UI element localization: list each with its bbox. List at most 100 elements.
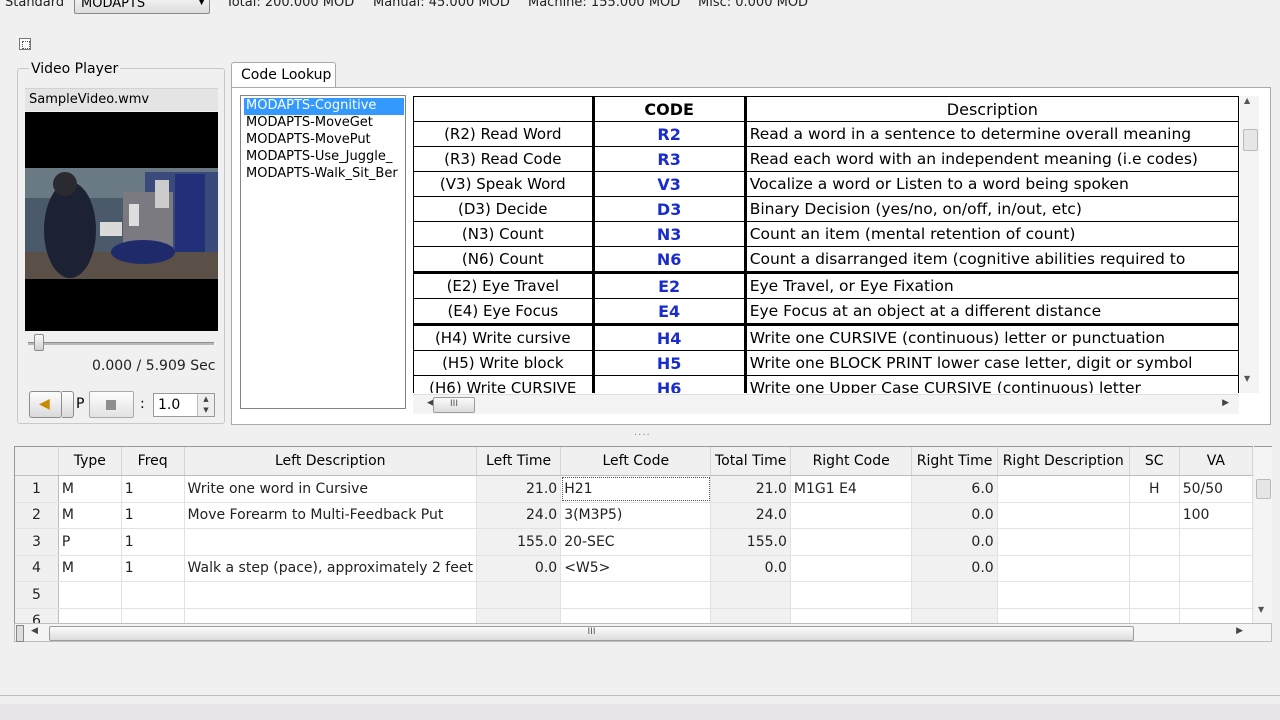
left-description-cell[interactable]: Walk a step (pace), approximately 2 feet xyxy=(184,555,477,582)
right-description-cell[interactable] xyxy=(997,502,1130,529)
table-row[interactable]: 3 P 1 155.0 20-SEC 155.0 0.0 xyxy=(15,528,1253,556)
scroll-left-icon[interactable]: ◀ xyxy=(31,626,38,636)
right-description-cell[interactable] xyxy=(997,608,1130,624)
table-row[interactable]: 1 M 1 Write one word in Cursive 21.0 H21… xyxy=(15,475,1253,503)
row-header[interactable]: 2 xyxy=(15,502,59,529)
left-description-cell[interactable]: Move Forearm to Multi-Feedback Put xyxy=(184,502,477,529)
freq-cell[interactable]: 1 xyxy=(121,475,185,503)
va-cell[interactable]: 50/50 xyxy=(1179,475,1253,503)
va-cell[interactable]: 100 xyxy=(1179,502,1253,529)
row-header[interactable]: 4 xyxy=(15,555,59,582)
left-description-cell[interactable]: Write one word in Cursive xyxy=(184,475,477,503)
table-row[interactable]: (V3) Speak Word V3 Vocalize a word or List… xyxy=(413,171,1239,197)
left-code-cell[interactable] xyxy=(560,608,712,624)
column-header[interactable]: Right Time xyxy=(911,447,998,476)
video-seek-track[interactable] xyxy=(28,342,214,345)
standard-select[interactable]: MODAPTS ▼ xyxy=(74,0,210,14)
freq-cell[interactable]: 1 xyxy=(121,528,185,556)
sc-cell[interactable] xyxy=(1129,581,1180,609)
scroll-thumb[interactable] xyxy=(1243,129,1258,151)
category-list[interactable]: MODAPTS-Cognitive MODAPTS-MoveGet MODAPT… xyxy=(240,95,406,409)
volume-dropdown-button[interactable] xyxy=(62,391,74,418)
right-code-cell[interactable] xyxy=(790,555,913,582)
va-cell[interactable] xyxy=(1179,555,1253,582)
table-row[interactable]: (N3) Count N3 Count an item (mental retent… xyxy=(413,221,1239,247)
list-item[interactable]: MODAPTS-MovePut xyxy=(244,132,373,149)
column-header[interactable]: Total Time xyxy=(710,447,791,476)
table-row[interactable]: (H5) Write block H5 Write one BLOCK PRINT … xyxy=(413,350,1239,376)
column-header[interactable]: Left Description xyxy=(184,447,477,476)
column-header[interactable]: VA xyxy=(1179,447,1253,476)
list-item[interactable]: MODAPTS-Cognitive xyxy=(244,98,404,115)
right-description-cell[interactable] xyxy=(997,528,1130,556)
row-header[interactable]: 5 xyxy=(15,581,59,609)
column-header[interactable]: Left Time xyxy=(476,447,562,476)
right-code-cell[interactable]: M1G1 E4 xyxy=(790,475,913,503)
left-code-cell[interactable]: <W5> xyxy=(560,555,712,582)
scroll-down-icon[interactable]: ▼ xyxy=(1244,374,1250,383)
scroll-thumb[interactable]: III xyxy=(433,397,475,413)
row-header[interactable]: 6 xyxy=(15,608,59,624)
code-table-vertical-scrollbar[interactable]: ▲ ▼ xyxy=(1240,96,1259,393)
play-label[interactable]: P xyxy=(76,396,84,412)
column-header[interactable]: Type xyxy=(58,447,122,476)
right-code-cell[interactable] xyxy=(790,502,913,529)
right-description-cell[interactable] xyxy=(997,555,1130,582)
playback-speed-stepper[interactable]: 1.0 ▲ ▼ xyxy=(153,393,215,417)
scroll-right-icon[interactable]: ▶ xyxy=(1222,398,1229,408)
right-code-cell[interactable] xyxy=(790,608,913,624)
type-cell[interactable]: M xyxy=(58,555,122,582)
left-description-cell[interactable] xyxy=(184,528,477,556)
code-table-horizontal-scrollbar[interactable]: ◀ III ▶ xyxy=(413,394,1239,414)
column-header[interactable]: Right Description xyxy=(997,447,1130,476)
spin-arrows-icon[interactable]: ▲ ▼ xyxy=(197,394,214,416)
list-item[interactable]: MODAPTS-MoveGet xyxy=(244,115,375,132)
list-item[interactable]: MODAPTS-Use_Juggle_ xyxy=(244,149,394,166)
right-code-cell[interactable] xyxy=(790,528,913,556)
type-cell[interactable]: M xyxy=(58,502,122,529)
list-item[interactable]: MODAPTS-Walk_Sit_Ber xyxy=(244,166,400,183)
table-row[interactable]: 4 M 1 Walk a step (pace), approximately … xyxy=(15,555,1253,582)
tab-code-lookup[interactable]: Code Lookup xyxy=(231,62,336,88)
table-row[interactable]: 5 xyxy=(15,581,1253,609)
va-cell[interactable] xyxy=(1179,581,1253,609)
freq-cell[interactable]: 1 xyxy=(121,555,185,582)
sc-cell[interactable] xyxy=(1129,502,1180,529)
scroll-right-icon[interactable]: ▶ xyxy=(1236,626,1243,636)
sc-cell[interactable] xyxy=(1129,555,1180,582)
scroll-down-icon[interactable]: ▼ xyxy=(1258,605,1264,614)
right-code-cell[interactable] xyxy=(790,581,913,609)
type-cell[interactable]: M xyxy=(58,475,122,503)
freq-cell[interactable] xyxy=(121,608,185,624)
frozen-column-divider[interactable] xyxy=(16,625,24,642)
right-description-cell[interactable] xyxy=(997,475,1130,503)
sc-cell[interactable]: H xyxy=(1129,475,1180,503)
steps-grid-horizontal-scrollbar[interactable]: ◀ III ▶ xyxy=(14,623,1272,642)
table-row[interactable]: (D3) Decide D3 Binary Decision (yes/no, on… xyxy=(413,196,1239,222)
panel-splitter[interactable]: .... xyxy=(0,427,1280,441)
freq-cell[interactable] xyxy=(121,581,185,609)
freq-cell[interactable]: 1 xyxy=(121,502,185,529)
table-row[interactable]: (R3) Read Code R3 Read each word with an i… xyxy=(413,146,1239,172)
column-header[interactable]: Left Code xyxy=(560,447,712,476)
left-code-cell[interactable]: H21 xyxy=(560,475,712,503)
stop-button[interactable] xyxy=(89,391,134,418)
right-description-cell[interactable] xyxy=(997,581,1130,609)
scroll-thumb[interactable]: III xyxy=(49,626,1134,641)
column-header[interactable]: Right Code xyxy=(790,447,913,476)
sc-cell[interactable] xyxy=(1129,608,1180,624)
row-header[interactable]: 3 xyxy=(15,528,59,556)
video-display[interactable] xyxy=(25,112,218,331)
type-cell[interactable] xyxy=(58,581,122,609)
table-row[interactable]: (E4) Eye Focus E4 Eye Focus at an object a… xyxy=(413,298,1239,326)
scroll-thumb[interactable] xyxy=(1256,479,1271,499)
steps-grid-vertical-scrollbar[interactable]: ▼ xyxy=(1254,446,1272,624)
table-row[interactable]: (H4) Write cursive H4 Write one CURSIVE (c… xyxy=(413,324,1239,351)
volume-button[interactable]: ◀ xyxy=(29,391,62,418)
column-header[interactable]: SC xyxy=(1129,447,1180,476)
left-code-cell[interactable]: 20-SEC xyxy=(560,528,712,556)
table-row[interactable]: (E2) Eye Travel E2 Eye Travel, or Eye Fixa… xyxy=(413,272,1239,299)
sc-cell[interactable] xyxy=(1129,528,1180,556)
va-cell[interactable] xyxy=(1179,528,1253,556)
table-row[interactable]: (N6) Count N6 Count a disarranged item (co… xyxy=(413,246,1239,274)
